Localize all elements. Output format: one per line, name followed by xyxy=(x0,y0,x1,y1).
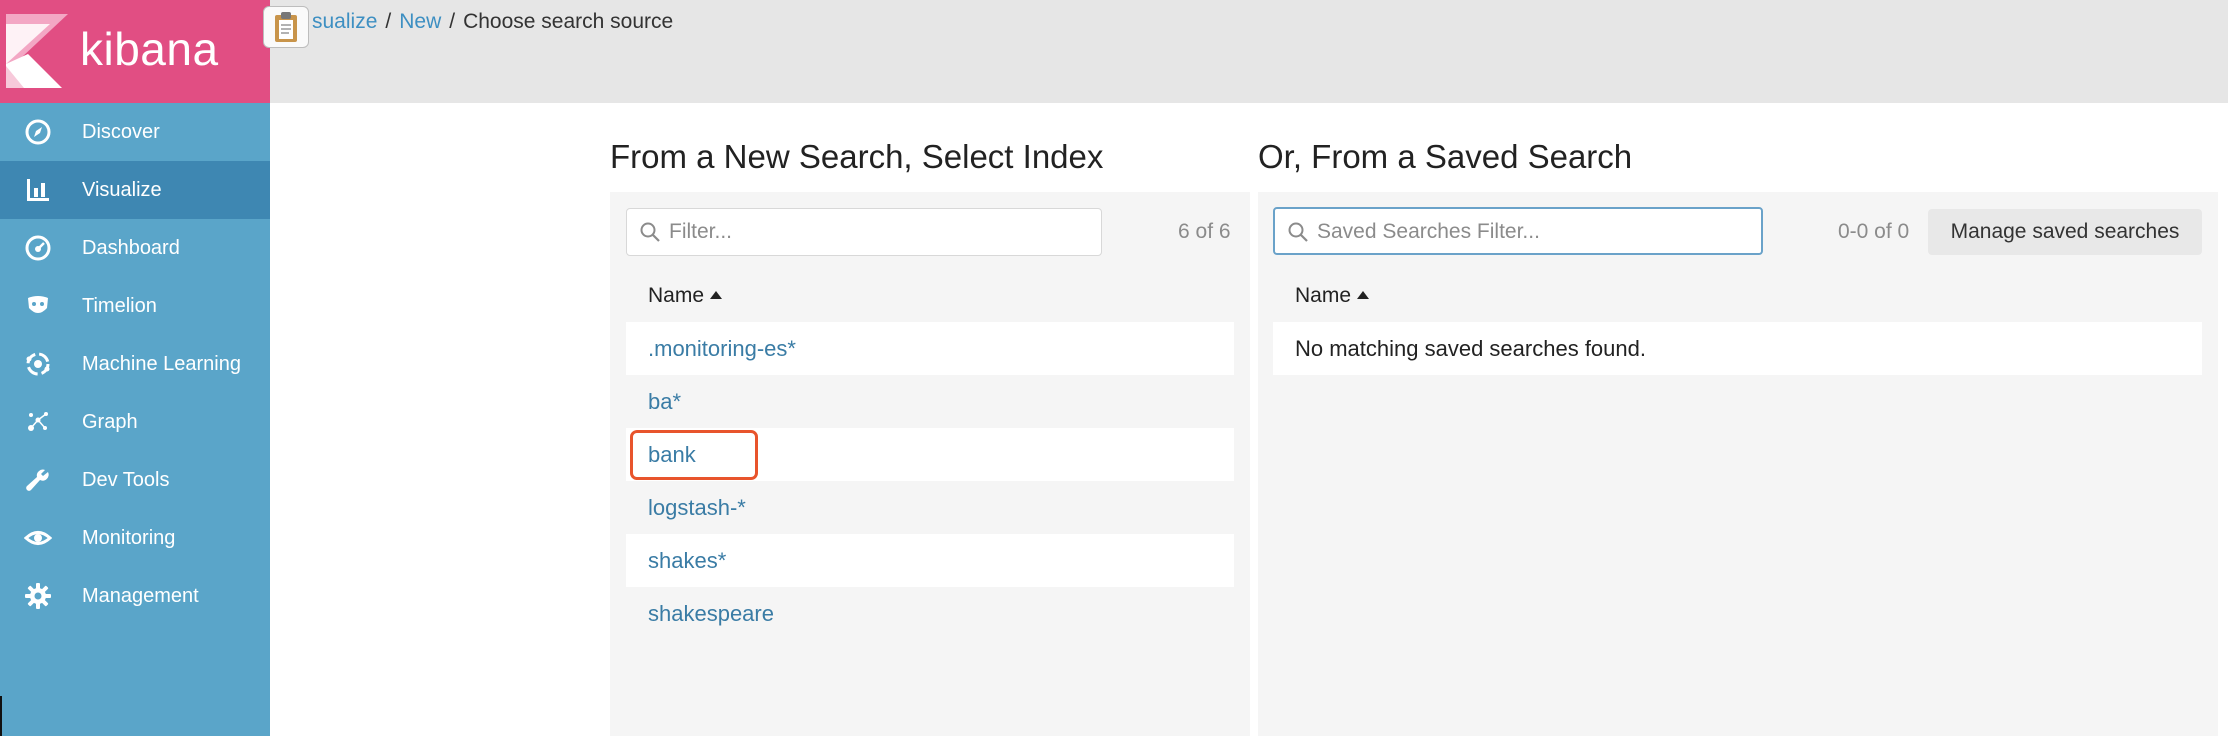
column-header-label: Name xyxy=(648,284,705,307)
sidebar-item-monitoring[interactable]: Monitoring xyxy=(0,509,270,567)
sidebar-item-machine-learning[interactable]: Machine Learning xyxy=(0,335,270,393)
name-column-header[interactable]: Name xyxy=(648,284,723,308)
sidebar-item-label: Visualize xyxy=(82,178,162,201)
kibana-logo[interactable]: kibana xyxy=(0,0,270,103)
sidebar-item-label: Monitoring xyxy=(82,526,176,549)
sidebar-item-dev-tools[interactable]: Dev Tools xyxy=(0,451,270,509)
saved-search-count: 0-0 of 0 xyxy=(1838,220,1910,243)
breadcrumb-separator: / xyxy=(449,10,456,33)
graph-icon xyxy=(22,406,54,438)
empty-message: No matching saved searches found. xyxy=(1295,335,1646,361)
new-search-heading: From a New Search, Select Index xyxy=(610,138,1104,175)
list-item[interactable]: shakespeare xyxy=(626,587,1234,640)
breadcrumb-new-link[interactable]: New xyxy=(399,10,441,33)
sidebar-item-label: Dev Tools xyxy=(82,468,170,491)
manage-saved-searches-button[interactable]: Manage saved searches xyxy=(1928,209,2202,255)
eye-icon xyxy=(22,522,54,554)
bar-chart-icon xyxy=(22,174,54,206)
kibana-logo-icon xyxy=(6,14,68,88)
saved-search-panel: Saved Searches Filter... 0-0 of 0 Manage… xyxy=(1258,192,2218,736)
index-pattern-link[interactable]: shakespeare xyxy=(648,601,774,627)
annotation-highlight-box xyxy=(630,430,758,480)
list-item[interactable]: .monitoring-es* xyxy=(626,322,1234,375)
index-filter-placeholder: Filter... xyxy=(669,220,733,243)
saved-searches-filter-input[interactable]: Saved Searches Filter... xyxy=(1273,207,1763,255)
sidebar-item-label: Dashboard xyxy=(82,236,180,259)
dashboard-gauge-icon xyxy=(22,232,54,264)
index-pattern-link[interactable]: shakes* xyxy=(648,548,726,574)
list-item[interactable]: ba* xyxy=(626,375,1234,428)
breadcrumb-visualize-link[interactable]: sualize xyxy=(312,10,377,33)
sidebar-item-label: Machine Learning xyxy=(82,352,241,375)
timelion-mask-icon xyxy=(22,290,54,322)
index-pattern-link[interactable]: logstash-* xyxy=(648,495,746,521)
index-pattern-link[interactable]: ba* xyxy=(648,389,681,415)
saved-search-heading: Or, From a Saved Search xyxy=(1258,138,1633,175)
wrench-icon xyxy=(22,464,54,496)
list-item[interactable]: logstash-* xyxy=(626,481,1234,534)
sidebar-item-graph[interactable]: Graph xyxy=(0,393,270,451)
compass-icon xyxy=(22,116,54,148)
sidebar-item-label: Graph xyxy=(82,410,138,433)
search-icon xyxy=(1288,222,1308,242)
saved-searches-filter-placeholder: Saved Searches Filter... xyxy=(1317,220,1540,243)
column-header-label: Name xyxy=(1295,284,1352,307)
index-filter-input[interactable]: Filter... xyxy=(626,208,1102,256)
clipboard-icon[interactable] xyxy=(263,6,309,48)
search-icon xyxy=(640,222,660,242)
empty-state-row: No matching saved searches found. xyxy=(1273,322,2202,375)
name-column-header[interactable]: Name xyxy=(1295,284,1370,308)
sidebar-item-management[interactable]: Management xyxy=(0,567,270,625)
sidebar-item-label: Timelion xyxy=(82,294,157,317)
logo-text: kibana xyxy=(80,23,219,75)
list-item[interactable]: shakes* xyxy=(626,534,1234,587)
breadcrumb-current: Choose search source xyxy=(463,10,674,33)
gear-icon xyxy=(22,580,54,612)
breadcrumb: sualize / New / Choose search source xyxy=(312,10,673,34)
sidebar-item-timelion[interactable]: Timelion xyxy=(0,277,270,335)
sidebar: kibana Discover Visualize Dashboard Time… xyxy=(0,0,270,736)
mouse-cursor xyxy=(0,696,2,736)
sidebar-item-discover[interactable]: Discover xyxy=(0,103,270,161)
sidebar-item-label: Management xyxy=(82,584,199,607)
sidebar-item-dashboard[interactable]: Dashboard xyxy=(0,219,270,277)
index-count: 6 of 6 xyxy=(1178,220,1231,243)
index-pattern-link[interactable]: .monitoring-es* xyxy=(648,336,796,362)
breadcrumb-separator: / xyxy=(385,10,392,33)
machine-learning-icon xyxy=(22,348,54,380)
index-pattern-panel: Filter... 6 of 6 Name .monitoring-es* ba… xyxy=(610,192,1250,736)
sidebar-item-visualize[interactable]: Visualize xyxy=(0,161,270,219)
sort-ascending-icon xyxy=(710,291,723,299)
sort-ascending-icon xyxy=(1357,291,1370,299)
sidebar-item-label: Discover xyxy=(82,120,160,143)
